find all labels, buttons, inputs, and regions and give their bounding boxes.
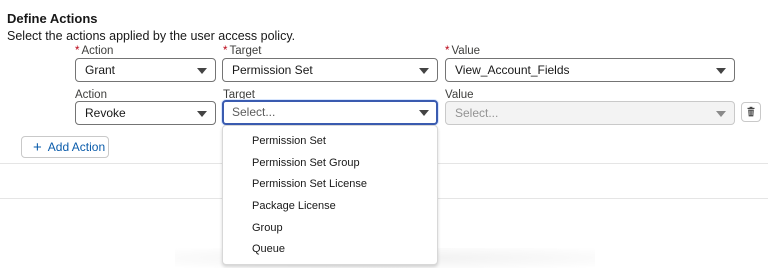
section-title: Define Actions [7, 11, 98, 26]
value-select-placeholder: Select... [455, 106, 499, 120]
required-marker: * [223, 45, 228, 57]
dropdown-option[interactable]: Permission Set Group [252, 157, 360, 169]
required-marker: * [75, 45, 80, 57]
action-select-value: Revoke [85, 106, 126, 120]
chevron-down-icon [419, 110, 429, 116]
dropdown-option[interactable]: Permission Set License [252, 178, 367, 190]
value-label-row2: Value [445, 89, 474, 101]
trash-icon [747, 106, 755, 117]
dropdown-option[interactable]: Package License [252, 200, 336, 212]
target-select-value: Permission Set [232, 63, 313, 77]
target-label-row1: * Target [223, 45, 262, 57]
action-label-row1: * Action [75, 45, 114, 57]
dropdown-option[interactable]: Queue [252, 243, 285, 255]
target-dropdown-list: Permission Set Permission Set Group Perm… [222, 125, 438, 265]
chevron-down-icon [419, 68, 429, 74]
action-select-row2[interactable]: Revoke [75, 101, 216, 125]
chevron-down-icon [197, 111, 207, 117]
value-label-row1: * Value [445, 45, 481, 57]
action-select-value: Grant [85, 63, 116, 77]
value-select-row2: Select... [445, 101, 735, 125]
value-select-value: View_Account_Fields [455, 63, 570, 77]
plus-icon: + [33, 139, 42, 156]
target-select-row2[interactable]: Select... [222, 100, 438, 125]
chevron-down-icon [716, 111, 726, 117]
delete-row-button[interactable] [741, 102, 761, 122]
target-select-row1[interactable]: Permission Set [222, 58, 438, 82]
chevron-down-icon [197, 68, 207, 74]
chevron-down-icon [716, 68, 726, 74]
dropdown-option[interactable]: Permission Set [252, 135, 326, 147]
required-marker: * [445, 45, 450, 57]
dropdown-option[interactable]: Group [252, 222, 283, 234]
action-select-row1[interactable]: Grant [75, 58, 216, 82]
target-select-placeholder: Select... [232, 105, 276, 119]
value-select-row1[interactable]: View_Account_Fields [445, 58, 735, 82]
section-description: Select the actions applied by the user a… [7, 29, 296, 43]
action-label-row2: Action [75, 89, 107, 101]
add-action-button[interactable]: + Add Action [21, 136, 109, 158]
add-action-label: Add Action [47, 140, 106, 154]
